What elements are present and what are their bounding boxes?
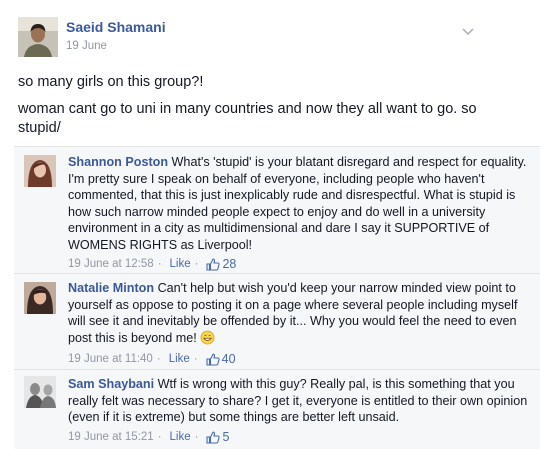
commenter-avatar[interactable] [24,376,56,408]
grinning-emoji-icon [200,330,215,345]
like-link[interactable]: Like [169,353,190,365]
comment-text: What's 'stupid' is your blatant disregar… [68,155,527,252]
commenter-name[interactable]: Natalie Minton [68,281,154,295]
comment-meta: 19 June at 11:40 · Like · 40 [68,352,236,366]
post-date[interactable]: 19 June [66,40,107,52]
comment: Sam Shaybani Wtf is wrong with this guy?… [14,370,540,449]
like-link[interactable]: Like [170,258,191,270]
commenter-avatar[interactable] [24,282,56,314]
commenter-name[interactable]: Sam Shaybani [68,377,154,391]
comment-timestamp[interactable]: 19 June at 11:40 [68,353,153,365]
post-author-name[interactable]: Saeid Shamani [66,19,166,35]
like-link[interactable]: Like [170,431,191,443]
thumbs-up-icon [206,258,221,271]
like-count[interactable]: 28 [222,257,236,271]
thumbs-up-icon [206,431,221,444]
post-text-line-1: so many girls on this group?! [18,74,204,90]
like-count[interactable]: 5 [222,430,229,444]
comment-timestamp[interactable]: 19 June at 15:21 [68,431,154,443]
comment-body: Natalie Minton Can't help but wish you'd… [68,280,536,346]
comment: Natalie Minton Can't help but wish you'd… [14,274,540,370]
commenter-avatar[interactable] [24,155,56,187]
facebook-post: Saeid Shamani 19 June so many girls on t… [0,0,540,449]
chevron-down-icon[interactable] [461,24,475,38]
commenter-name[interactable]: Shannon Poston [68,155,168,169]
comments-section: Shannon Poston What's 'stupid' is your b… [14,146,540,449]
comment-meta: 19 June at 12:58 · Like · 28 [68,257,237,271]
comment-body: Sam Shaybani Wtf is wrong with this guy?… [68,376,536,426]
like-count[interactable]: 40 [222,352,236,366]
comment-body: Shannon Poston What's 'stupid' is your b… [68,154,536,254]
author-avatar[interactable] [18,17,58,57]
comment-timestamp[interactable]: 19 June at 12:58 [68,258,154,270]
thumbs-up-icon [206,353,220,366]
comment: Shannon Poston What's 'stupid' is your b… [14,147,540,274]
comment-meta: 19 June at 15:21 · Like · 5 [68,430,230,444]
post-text-line-2: woman cant go to uni in many countries a… [18,101,477,136]
